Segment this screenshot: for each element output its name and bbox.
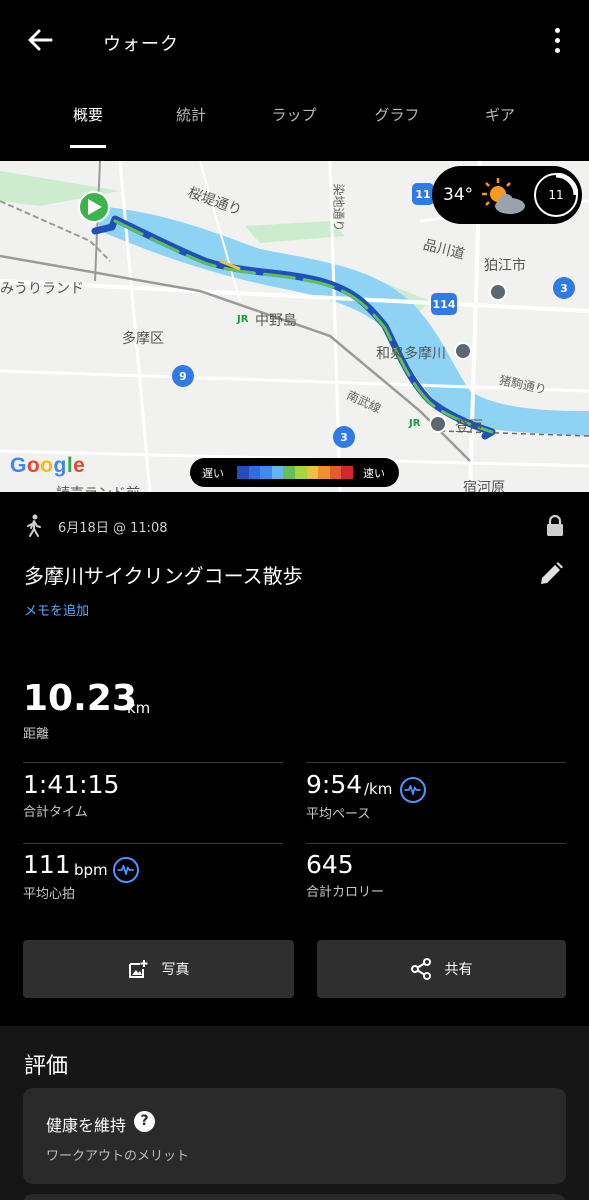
map-label: 読売ランド前 — [56, 483, 140, 492]
map-label: 和泉多摩川 — [376, 346, 446, 362]
map-label: 狛江市 — [484, 258, 526, 274]
temperature: 34° — [443, 185, 474, 205]
rating-title: 評価 — [24, 1054, 69, 1079]
share-icon — [410, 958, 431, 980]
tab-overview[interactable]: 概要 — [48, 104, 128, 125]
route-number-badge: 3 — [333, 426, 355, 448]
weather-widget[interactable]: 34° 11 — [432, 166, 582, 224]
speed-swatch — [283, 466, 295, 479]
calories-label: 合計カロリー — [306, 885, 385, 900]
map-label: 中野島 — [255, 313, 297, 329]
speed-fast-label: 速い — [363, 467, 385, 480]
tab-bar: 概要 統計 ラップ グラフ ギア — [0, 96, 589, 152]
distance-unit: km — [127, 699, 151, 717]
speed-swatch — [329, 466, 342, 479]
lock-icon[interactable] — [545, 515, 565, 537]
rating-card-subtitle: ワークアウトのメリット — [46, 1149, 190, 1164]
distance-value: 10.23 — [23, 678, 137, 719]
speed-swatch — [271, 466, 284, 479]
avg-hr-label: 平均心拍 — [23, 887, 76, 902]
tab-gear[interactable]: ギア — [460, 104, 540, 125]
avg-pace-value: 9:54 — [306, 770, 363, 799]
add-memo-link[interactable]: メモを追加 — [24, 600, 89, 619]
add-photo-label: 写真 — [161, 962, 190, 978]
uv-index-ring: 11 — [534, 173, 578, 217]
walk-icon — [27, 514, 41, 537]
map-label: 登戸 — [455, 419, 483, 435]
heart-rate-icon[interactable] — [113, 857, 139, 883]
tab-laps[interactable]: ラップ — [254, 104, 334, 125]
route-number-badge: 114 — [431, 293, 457, 315]
arrow-back-icon — [28, 29, 53, 51]
add-photo-button[interactable]: 写真 — [23, 940, 294, 998]
distance-label: 距離 — [23, 727, 50, 742]
total-time-label: 合計タイム — [23, 805, 88, 820]
more-vertical-icon — [554, 27, 560, 33]
next-rating-card[interactable] — [23, 1194, 566, 1200]
activity-name: 多摩川サイクリングコース散歩 — [24, 564, 303, 588]
help-icon[interactable]: ? — [134, 1111, 155, 1132]
avg-pace-unit: /km — [364, 780, 393, 798]
station-icon — [489, 283, 507, 301]
google-logo: Google — [10, 454, 86, 477]
speed-swatch — [318, 466, 330, 479]
map-label: 宿河原 — [463, 480, 505, 492]
uv-index-value: 11 — [548, 188, 564, 202]
rating-card[interactable]: 健康を維持 ? ワークアウトのメリット — [23, 1088, 566, 1184]
route-number-badge: 3 — [553, 277, 575, 299]
divider — [306, 843, 566, 844]
page-title: ウォーク — [103, 34, 179, 55]
partly-cloudy-sun-icon — [482, 178, 525, 214]
more-options-button[interactable] — [544, 22, 570, 58]
calories-value: 645 — [306, 850, 354, 879]
jr-icon: JR — [237, 314, 249, 325]
active-tab-indicator — [70, 145, 106, 148]
speed-legend: 遅い 速い — [190, 458, 399, 487]
speed-swatch — [306, 466, 319, 479]
add-photo-icon — [128, 960, 147, 978]
map-label: 染地通り — [331, 183, 346, 232]
tab-graph[interactable]: グラフ — [357, 104, 437, 125]
speed-swatch — [341, 466, 353, 479]
speed-swatch — [260, 466, 272, 479]
pulse-icon[interactable] — [400, 777, 426, 803]
activity-info-row: 6月18日 @ 11:08 — [24, 512, 565, 540]
total-time-value: 1:41:15 — [23, 770, 120, 799]
divider — [23, 762, 283, 763]
speed-swatch — [237, 466, 249, 479]
rating-section: 評価 健康を維持 ? ワークアウトのメリット — [0, 1026, 589, 1200]
divider — [306, 762, 566, 763]
map-label: 多摩区 — [122, 331, 164, 347]
app-bar: ウォーク — [0, 0, 589, 82]
divider — [23, 843, 283, 844]
avg-hr-unit: bpm — [74, 861, 108, 879]
station-icon — [454, 342, 472, 360]
speed-gradient-bar — [237, 466, 353, 479]
map-label: みうりランド — [0, 281, 84, 297]
station-icon — [429, 415, 447, 433]
share-label: 共有 — [444, 962, 473, 978]
activity-date: 6月18日 @ 11:08 — [58, 521, 168, 536]
back-button[interactable] — [20, 22, 60, 58]
speed-swatch — [248, 466, 261, 479]
speed-slow-label: 遅い — [202, 467, 224, 480]
jr-icon: JR — [409, 418, 421, 429]
avg-pace-label: 平均ペース — [306, 807, 371, 822]
speed-swatch — [294, 466, 307, 479]
route-number-badge: 9 — [172, 365, 194, 387]
tab-stats[interactable]: 統計 — [151, 104, 231, 125]
avg-hr-value: 111 — [23, 850, 71, 879]
rating-card-title: 健康を維持 — [46, 1116, 127, 1135]
pencil-icon[interactable] — [537, 560, 565, 588]
share-button[interactable]: 共有 — [317, 940, 566, 998]
route-number-badge: 11 — [412, 183, 434, 205]
